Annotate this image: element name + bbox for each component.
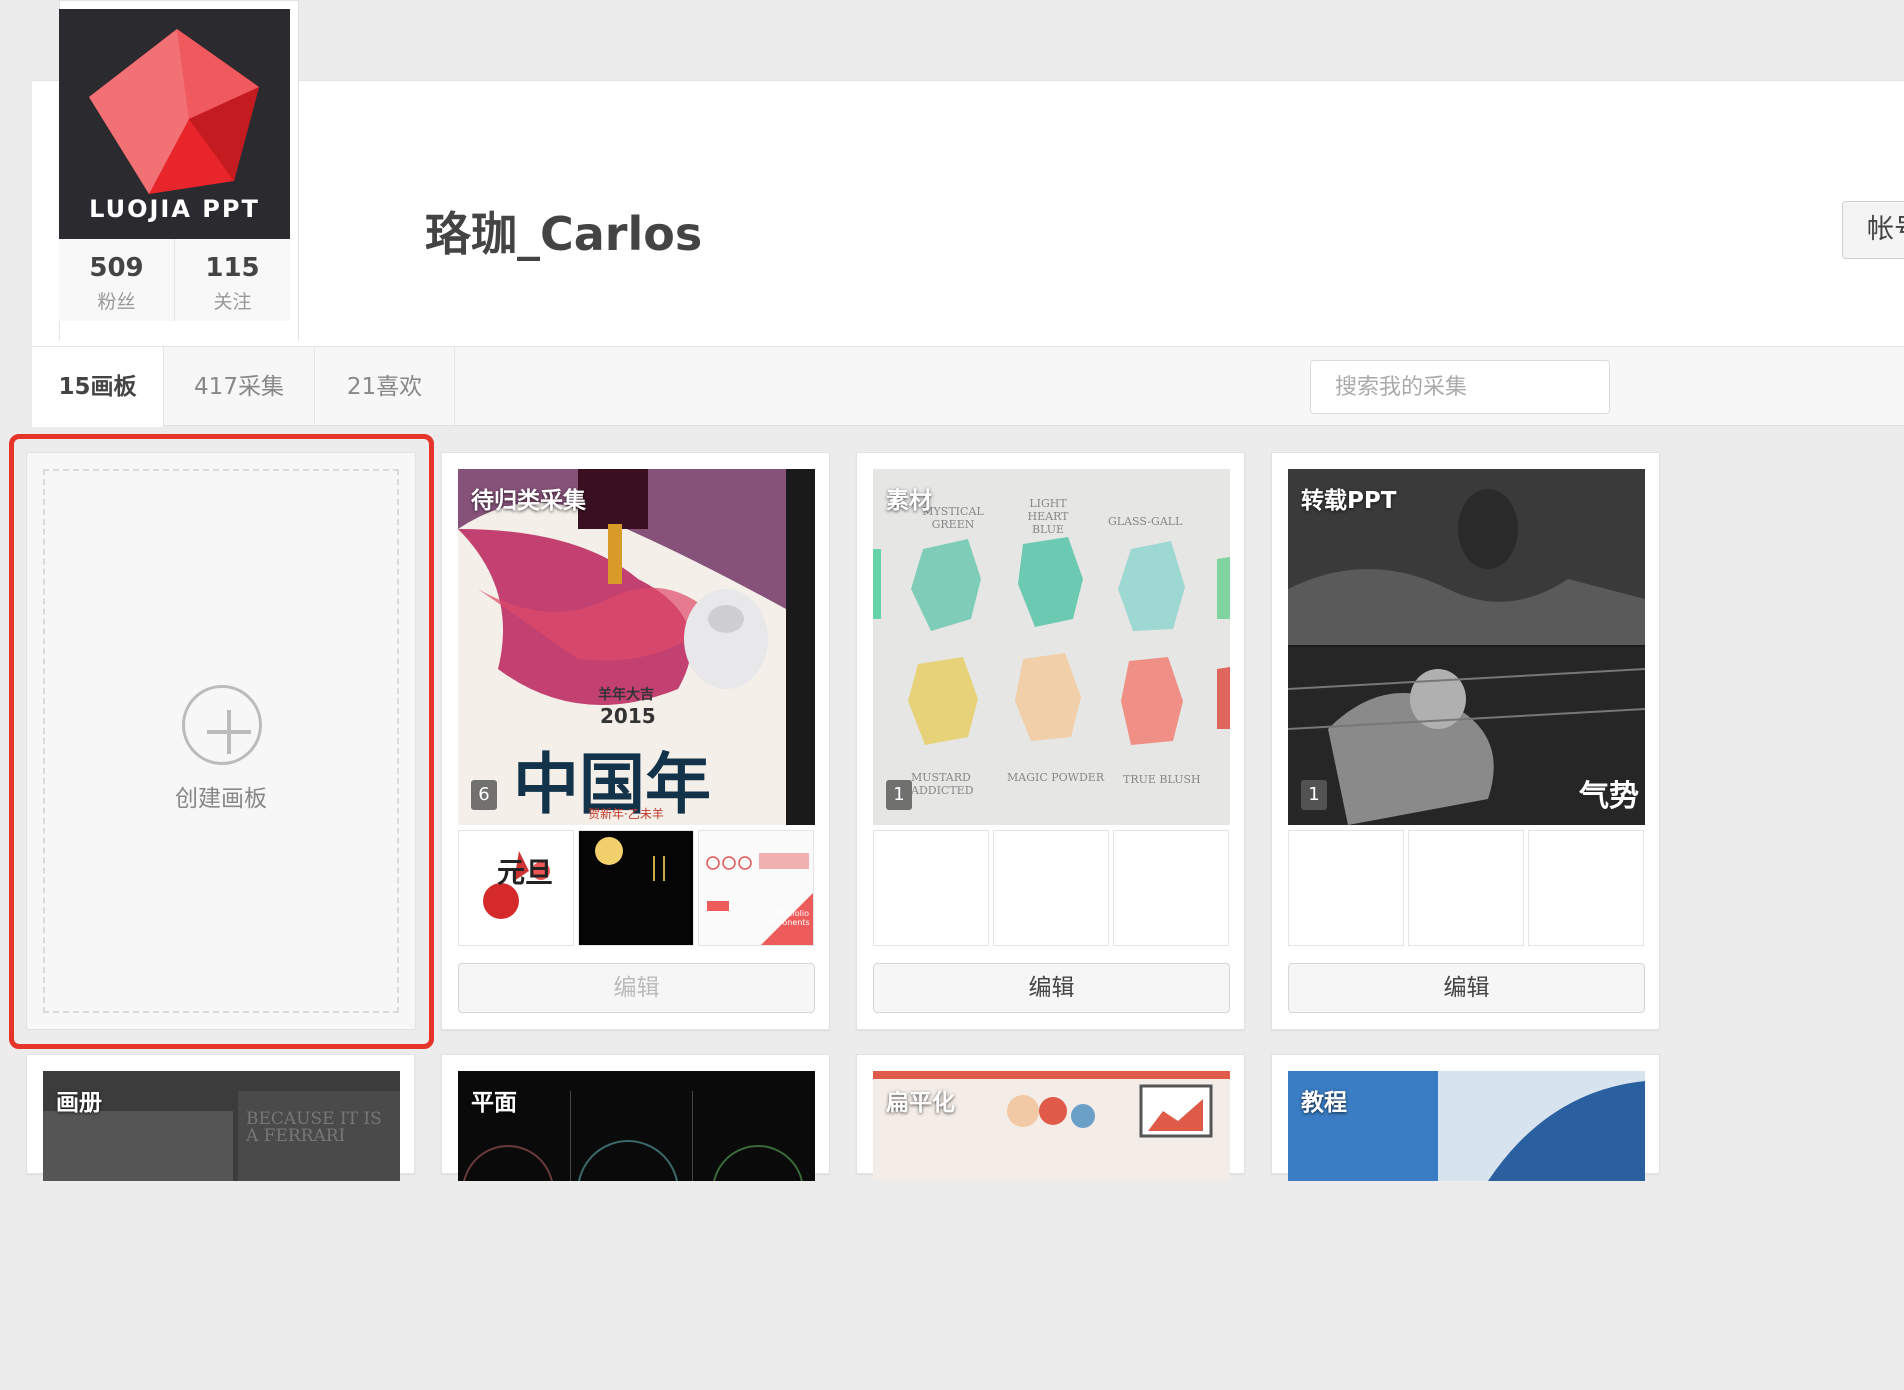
portfolio-label: Portfolio Components (759, 909, 810, 927)
pin-count-badge: 6 (471, 780, 497, 810)
board-cover[interactable]: MYSTICAL GREEN LIGHT HEART BLUE GLASS-GA… (873, 469, 1230, 825)
board-title: 转载PPT (1301, 488, 1397, 514)
ppt-overlay-text: 气势 (1579, 779, 1639, 814)
thumbnail[interactable]: Portfolio Components (698, 830, 814, 946)
thumbnail-empty (1528, 830, 1644, 946)
thumbnail-empty (1113, 830, 1229, 946)
board-thumbnails (1288, 830, 1645, 946)
board-title: 待归类采集 (471, 488, 586, 514)
profile-username: 珞珈_Carlos (425, 207, 703, 261)
poster-year-text: 2015 (600, 704, 656, 728)
plus-icon (182, 685, 262, 765)
edit-board-button[interactable]: 编辑 (458, 963, 815, 1013)
profile-stats: 509 粉丝 115 关注 (59, 239, 290, 321)
board-cover[interactable]: 平面 (458, 1071, 815, 1181)
board-card[interactable]: 扁平化 (856, 1054, 1245, 1181)
create-board-tile[interactable]: 创建画板 (26, 452, 416, 1030)
board-cover[interactable]: 扁平化 (873, 1071, 1230, 1181)
board-title: 扁平化 (886, 1090, 955, 1116)
following-label: 关注 (213, 291, 252, 313)
search-input[interactable] (1310, 360, 1610, 414)
tab-pins[interactable]: 417采集 (164, 347, 315, 427)
board-cover[interactable]: 气势 转载PPT 1 (1288, 469, 1645, 825)
board-title: 教程 (1301, 1090, 1347, 1116)
following-count: 115 (205, 253, 260, 283)
thumbnail[interactable] (578, 830, 694, 946)
board-title: 画册 (56, 1090, 102, 1116)
thumbnail-empty (1288, 830, 1404, 946)
poster-sub-text: 贺新年·乙未羊 (588, 807, 664, 821)
followers-label: 粉丝 (97, 291, 136, 313)
stone-label: MAGIC POWDER (1007, 771, 1105, 784)
board-card[interactable]: BECAUSE IT IS A FERRARI 画册 (26, 1054, 415, 1181)
board-cover[interactable]: 羊年大吉 2015 中国年 贺新年·乙未羊 待归类采集 6 (458, 469, 815, 825)
avatar[interactable]: LUOJIA PPT (59, 9, 290, 239)
stone-label: TRUE BLUSH (1123, 773, 1201, 786)
thumb-yuandan-text: 元旦 (497, 856, 554, 889)
tabs-bar: 15画板 417采集 21喜欢 (32, 346, 1904, 427)
thumbnail[interactable]: 元旦 (458, 830, 574, 946)
board-thumbnails: 元旦 Portfolio Components (458, 830, 815, 946)
board-cover[interactable]: 教程 (1288, 1071, 1645, 1181)
edit-board-button[interactable]: 编辑 (873, 963, 1230, 1013)
account-settings-button[interactable]: 帐号设置 (1842, 201, 1904, 259)
board-title: 平面 (471, 1090, 517, 1116)
avatar-logo-text: LUOJIA PPT (89, 195, 260, 223)
pin-count-badge: 1 (1301, 780, 1327, 810)
board-card[interactable]: 平面 (441, 1054, 830, 1181)
edit-board-button[interactable]: 编辑 (1288, 963, 1645, 1013)
followers-count: 509 (89, 253, 144, 283)
followers-stat[interactable]: 509 粉丝 (59, 239, 174, 321)
thumbnail-empty (873, 830, 989, 946)
cover-text: BECAUSE IT IS A FERRARI (246, 1109, 382, 1146)
board-cover[interactable]: BECAUSE IT IS A FERRARI 画册 (43, 1071, 400, 1181)
poster-blessing-text: 羊年大吉 (598, 687, 654, 703)
create-board-label: 创建画板 (175, 786, 267, 812)
board-thumbnails (873, 830, 1230, 946)
tab-boards[interactable]: 15画板 (32, 347, 164, 427)
board-card[interactable]: 教程 (1271, 1054, 1660, 1181)
tab-likes[interactable]: 21喜欢 (315, 347, 455, 427)
thumbnail-empty (993, 830, 1109, 946)
board-card[interactable]: 羊年大吉 2015 中国年 贺新年·乙未羊 待归类采集 6 元旦 Portfol… (441, 452, 830, 1030)
stone-label: LIGHT HEART BLUE (1027, 497, 1069, 536)
pin-count-badge: 1 (886, 780, 912, 810)
following-stat[interactable]: 115 关注 (174, 239, 290, 321)
board-card[interactable]: 气势 转载PPT 1 编辑 (1271, 452, 1660, 1030)
board-title: 素材 (886, 488, 932, 514)
board-card[interactable]: MYSTICAL GREEN LIGHT HEART BLUE GLASS-GA… (856, 452, 1245, 1030)
stone-label: GLASS-GALL (1108, 515, 1183, 528)
thumbnail-empty (1408, 830, 1524, 946)
stone-label: MUSTARD ADDICTED (911, 771, 974, 797)
